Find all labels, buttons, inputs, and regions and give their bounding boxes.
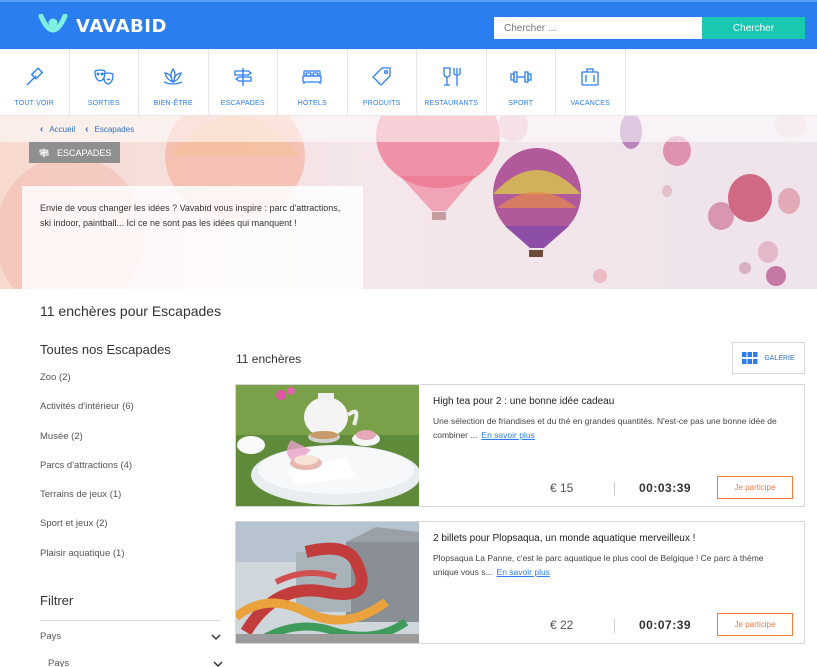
grid-icon [742, 352, 758, 364]
chevron-left-icon: ‹ [40, 123, 44, 135]
category-tout-voir[interactable]: TOUT VOIR [0, 49, 70, 116]
read-more-link[interactable]: En savoir plus [481, 430, 534, 440]
bed-icon [302, 70, 322, 84]
breadcrumb-label: Escapades [94, 124, 135, 134]
auction-price: € 22 [550, 618, 574, 632]
category-sport[interactable]: SPORT [487, 49, 556, 116]
logo-mark-icon [38, 14, 68, 33]
divider [40, 620, 221, 621]
category-tag: ESCAPADES [29, 142, 120, 163]
category-label: TOUT VOIR [14, 100, 55, 107]
auction-image[interactable] [236, 522, 419, 643]
tag-icon [371, 67, 391, 86]
category-produits[interactable]: PRODUITS [348, 49, 417, 116]
category-bien-etre[interactable]: BIEN-ÊTRE [139, 49, 209, 116]
category-label: RESTAURANTS [424, 100, 479, 107]
auction-timer: 00:07:39 [639, 618, 692, 632]
page-title: 11 enchères pour Escapades [40, 303, 222, 319]
sidebar-title: Toutes nos Escapades [40, 342, 171, 357]
divider [614, 619, 615, 633]
participate-button[interactable]: Je participe [717, 613, 793, 636]
filter-country-dropdown[interactable]: Pays [40, 631, 221, 642]
auction-title[interactable]: High tea pour 2 : une bonne idée cadeau [433, 396, 614, 407]
category-nav: TOUT VOIR SORTIES BIEN-ÊTRE ESCAPADES HÔ… [0, 49, 817, 116]
subcategory-zoo[interactable]: Zoo (2) [40, 372, 134, 401]
breadcrumb-home[interactable]: ‹ Accueil [40, 124, 75, 135]
chevron-down-icon [211, 633, 221, 640]
category-label: HÔTELS [297, 100, 327, 107]
subcategory-parcs-attractions[interactable]: Parcs d'attractions (4) [40, 460, 134, 489]
gallery-view-button[interactable]: GALERIE [732, 342, 805, 374]
gallery-view-label: GALERIE [764, 354, 795, 362]
auction-price: € 15 [550, 481, 574, 495]
suitcase-icon [581, 68, 599, 86]
high-tea-image [236, 385, 419, 506]
top-header: VAVABID Chercher [0, 0, 817, 49]
subcategory-plaisir-aquatique[interactable]: Plaisir aquatique (1) [40, 548, 134, 577]
category-description-text: Envie de vous changer les idées ? Vavabi… [40, 203, 341, 228]
chevron-left-icon: ‹ [85, 123, 89, 135]
auction-description: Une sélection de friandises et du thé en… [433, 414, 788, 442]
category-label: VACANCES [570, 100, 611, 107]
filter-country-dropdown-2[interactable]: Pays [48, 658, 223, 667]
logo-text: VAVABID [76, 15, 167, 37]
subcategory-activites-interieur[interactable]: Activités d'intérieur (6) [40, 401, 134, 430]
theater-masks-icon [94, 69, 114, 85]
breadcrumb-label: Accueil [49, 124, 76, 134]
category-tag-label: ESCAPADES [57, 147, 112, 158]
subcategory-sport-jeux[interactable]: Sport et jeux (2) [40, 518, 134, 547]
auction-card[interactable]: High tea pour 2 : une bonne idée cadeau … [235, 384, 805, 507]
auction-description-text: Plopsaqua La Panne, c'est le parc aquati… [433, 553, 764, 577]
filter-label: Pays [48, 658, 70, 667]
category-label: BIEN-ÊTRE [153, 100, 193, 107]
signpost-icon [234, 68, 252, 86]
chevron-down-icon [213, 660, 223, 667]
water-slides-image [236, 522, 419, 643]
breadcrumb-escapades[interactable]: ‹ Escapades [85, 124, 134, 135]
auction-description: Plopsaqua La Panne, c'est le parc aquati… [433, 551, 788, 579]
category-label: SPORT [508, 100, 534, 107]
subcategory-list: Zoo (2) Activités d'intérieur (6) Musée … [40, 372, 134, 577]
subcategory-terrains-jeux[interactable]: Terrains de jeux (1) [40, 489, 134, 518]
glass-fork-icon [443, 67, 461, 86]
category-restaurants[interactable]: RESTAURANTS [417, 49, 487, 116]
category-label: PRODUITS [362, 100, 401, 107]
subcategory-musee[interactable]: Musée (2) [40, 431, 134, 460]
lotus-icon [163, 67, 183, 85]
auction-image[interactable] [236, 385, 419, 506]
category-label: ESCAPADES [220, 100, 265, 107]
category-hotels[interactable]: HÔTELS [278, 49, 348, 116]
search-input[interactable] [494, 17, 702, 39]
filter-title: Filtrer [40, 593, 74, 608]
signpost-icon [39, 148, 49, 157]
auction-card[interactable]: 2 billets pour Plopsaqua, un monde aquat… [235, 521, 805, 644]
search-button[interactable]: Chercher [702, 17, 805, 39]
category-vacances[interactable]: VACANCES [556, 49, 626, 116]
results-count: 11 enchères [236, 352, 302, 366]
hammer-icon [26, 67, 44, 86]
category-escapades[interactable]: ESCAPADES [209, 49, 278, 116]
dumbbell-icon [510, 71, 532, 83]
auction-title[interactable]: 2 billets pour Plopsaqua, un monde aquat… [433, 533, 695, 544]
filter-label: Pays [40, 631, 62, 642]
category-description: Envie de vous changer les idées ? Vavabi… [22, 186, 363, 289]
category-sorties[interactable]: SORTIES [70, 49, 139, 116]
divider [614, 482, 615, 496]
vavabid-logo[interactable]: VAVABID [38, 14, 167, 38]
breadcrumb: ‹ Accueil ‹ Escapades [0, 116, 817, 142]
hero-banner: ‹ Accueil ‹ Escapades ESCAPADES Envie de v… [0, 116, 817, 289]
participate-button[interactable]: Je participe [717, 476, 793, 499]
auction-timer: 00:03:39 [639, 481, 692, 495]
category-label: SORTIES [87, 100, 120, 107]
read-more-link[interactable]: En savoir plus [497, 567, 550, 577]
